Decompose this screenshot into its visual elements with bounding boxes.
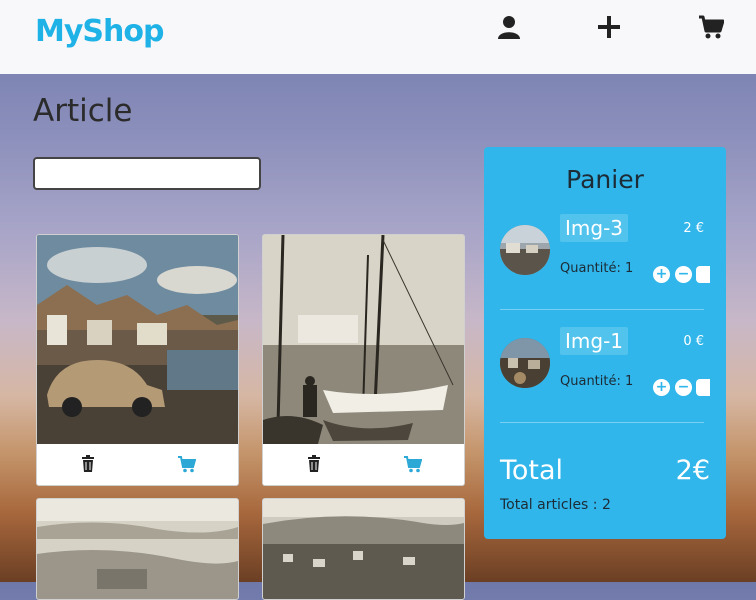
product-card [262,498,465,600]
product-card [36,234,239,486]
product-image-coast[interactable] [37,499,238,599]
decrement-button[interactable]: − [675,379,692,396]
cart-item-thumbnail [500,338,550,388]
total-articles: Total articles : 2 [500,497,611,513]
top-navbar: MyShop [0,0,756,74]
total-label: Total [500,455,564,486]
cart-item-name: Img-3 [560,214,629,242]
remove-item-icon[interactable] [696,266,710,283]
decrement-button[interactable]: − [675,266,692,283]
product-image-village[interactable] [263,499,464,599]
cart-icon[interactable] [698,14,724,40]
user-icon[interactable] [496,14,522,40]
cart-item-quantity: Quantité: 1 [560,374,634,389]
add-to-cart-icon[interactable] [178,455,196,473]
product-image-harbor[interactable] [263,235,464,444]
total-value: 2€ [675,455,710,486]
increment-button[interactable]: + [653,379,670,396]
cart-item-thumbnail [500,225,550,275]
cart-divider [500,309,704,310]
page-title: Article [33,93,133,129]
increment-button[interactable]: + [653,266,670,283]
add-to-cart-icon[interactable] [404,455,422,473]
card-actions [263,444,464,485]
cart-item-price: 2 € [683,221,704,236]
product-image-street[interactable] [37,235,238,444]
cart-item-price: 0 € [683,334,704,349]
trash-icon[interactable] [79,455,97,473]
shop-logo[interactable]: MyShop [35,14,164,49]
card-actions [37,444,238,485]
trash-icon[interactable] [305,455,323,473]
plus-icon[interactable] [596,14,622,40]
cart-item: Img-1 0 € Quantité: 1 + − [484,324,726,424]
cart-item: Img-3 2 € Quantité: 1 + − [484,211,726,311]
cart-item-name: Img-1 [560,327,629,355]
cart-title: Panier [566,165,644,194]
product-card [36,498,239,600]
remove-item-icon[interactable] [696,379,710,396]
cart-panel: Panier Img-3 2 € Quantité: 1 + − Img-1 0… [484,147,726,539]
cart-divider [500,422,704,423]
product-card [262,234,465,486]
cart-item-quantity: Quantité: 1 [560,261,634,276]
search-input[interactable] [33,157,261,190]
